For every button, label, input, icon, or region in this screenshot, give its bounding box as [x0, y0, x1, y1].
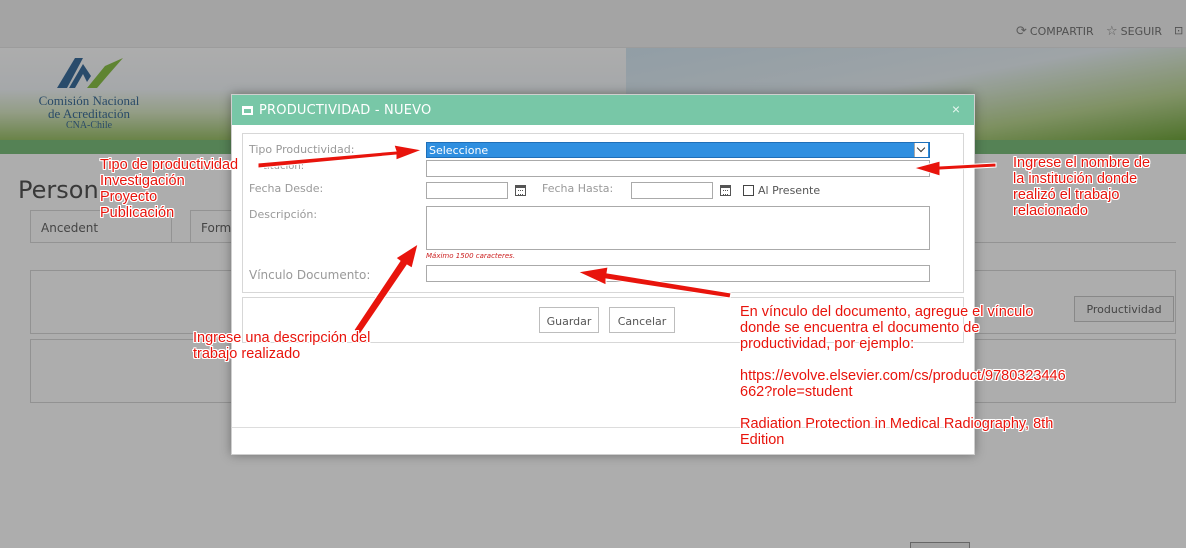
annotation-institucion: Ingrese el nombre de la institución dond…	[1013, 155, 1151, 219]
annotation-tipo: Tipo de productividad Investigación Proy…	[100, 157, 239, 221]
window-icon	[242, 106, 253, 115]
tipo-productividad-label: Tipo Productividad:	[249, 143, 355, 156]
close-icon[interactable]: ×	[952, 101, 960, 117]
calendar-icon[interactable]	[515, 185, 526, 196]
descripcion-label: Descripción:	[249, 208, 318, 221]
vinculo-documento-input[interactable]	[426, 265, 930, 282]
form-section: Tipo Productividad: Seleccione titución:…	[242, 133, 964, 293]
annotation-vinculo: En vínculo del documento, agregue el vín…	[740, 304, 1066, 448]
chevron-down-icon[interactable]	[914, 143, 928, 157]
annotation-descripcion: Ingrese una descripción del trabajo real…	[193, 330, 371, 362]
fecha-hasta-input[interactable]	[631, 182, 713, 199]
fecha-hasta-label: Fecha Hasta:	[542, 182, 614, 195]
descripcion-textarea[interactable]	[426, 206, 930, 250]
cancel-button[interactable]: Cancelar	[609, 307, 675, 333]
institucion-input[interactable]	[426, 160, 930, 177]
modal-header: PRODUCTIVIDAD - NUEVO ×	[232, 95, 974, 125]
institucion-label: titución:	[263, 161, 305, 172]
modal-title: PRODUCTIVIDAD - NUEVO	[259, 103, 432, 118]
al-presente-checkbox[interactable]	[743, 185, 754, 196]
save-button[interactable]: Guardar	[539, 307, 599, 333]
fecha-desde-label: Fecha Desde:	[249, 182, 324, 195]
descripcion-hint: Máximo 1500 caracteres.	[426, 252, 516, 260]
tipo-productividad-select[interactable]: Seleccione	[426, 142, 930, 158]
fecha-desde-input[interactable]	[426, 182, 508, 199]
al-presente-label: Al Presente	[758, 184, 821, 197]
calendar-icon[interactable]	[720, 185, 731, 196]
vinculo-documento-label: Vínculo Documento:	[249, 268, 371, 282]
